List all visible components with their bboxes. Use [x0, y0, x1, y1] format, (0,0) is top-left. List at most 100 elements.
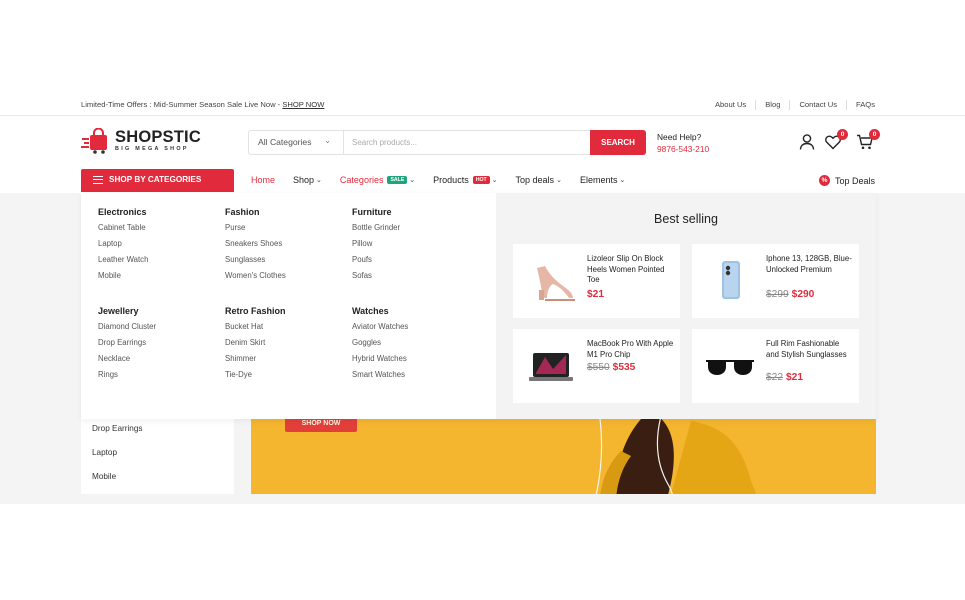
cart-icon[interactable]: 0: [856, 129, 880, 151]
menu-column-watches: Watches Aviator Watches Goggles Hybrid W…: [352, 306, 472, 386]
product-price: $290: [791, 289, 815, 300]
top-deals-link[interactable]: % Top Deals: [818, 175, 875, 186]
chevron-down-icon: ⌄: [619, 177, 626, 184]
sunglasses-icon: [706, 360, 754, 375]
user-icon[interactable]: [798, 133, 816, 151]
menu-link[interactable]: Pillow: [352, 239, 472, 255]
nav-products[interactable]: Products HOT ⌄: [433, 175, 497, 185]
menu-link[interactable]: Denim Skirt: [225, 338, 345, 354]
menu-column-electronics: Electronics Cabinet Table Laptop Leather…: [98, 207, 218, 287]
product-name[interactable]: Iphone 13, 128GB, Blue- Unlocked Premium: [766, 254, 854, 275]
category-sidebar: Drop Earrings Laptop Mobile: [81, 419, 234, 494]
search-button[interactable]: SEARCH: [590, 130, 646, 155]
menu-link[interactable]: Necklace: [98, 354, 218, 370]
product-name[interactable]: MacBook Pro With Apple M1 Pro Chip: [587, 339, 675, 360]
logo-name: SHOPSTIC: [115, 128, 201, 146]
main-nav: Home Shop ⌄ Categories SALE ⌄ Products HOT ⌄ …: [251, 175, 643, 185]
product-card[interactable]: Iphone 13, 128GB, Blue- Unlocked Premium…: [692, 244, 859, 318]
menu-column-title[interactable]: Fashion: [225, 207, 345, 217]
nav-products-label: Products: [433, 175, 469, 185]
shop-by-categories-button[interactable]: SHOP BY CATEGORIES: [81, 169, 234, 192]
banner-shop-now-button[interactable]: SHOP NOW: [285, 419, 357, 432]
offer-text: Limited-Time Offers : Mid-Summer Season …: [81, 100, 324, 109]
shop-now-link[interactable]: SHOP NOW: [282, 100, 324, 109]
menu-link[interactable]: Shimmer: [225, 354, 345, 370]
cart-count-badge: 0: [869, 129, 880, 140]
search-bar: All Categories ⌄ SEARCH: [248, 130, 646, 155]
heels-icon: [537, 266, 575, 301]
help-phone[interactable]: 9876-543-210: [657, 143, 709, 155]
nav-categories[interactable]: Categories SALE ⌄: [340, 175, 415, 185]
menu-column-retro-fashion: Retro Fashion Bucket Hat Denim Skirt Shi…: [225, 306, 345, 386]
heart-icon[interactable]: 0: [824, 129, 848, 151]
menu-link[interactable]: Bottle Grinder: [352, 223, 472, 239]
menu-link[interactable]: Purse: [225, 223, 345, 239]
sidebar-item-mobile[interactable]: Mobile: [81, 467, 234, 491]
help-label: Need Help?: [657, 132, 702, 142]
menu-column-title[interactable]: Retro Fashion: [225, 306, 345, 316]
menu-column-title[interactable]: Furniture: [352, 207, 472, 217]
product-price: $21: [587, 289, 604, 300]
menu-link[interactable]: Hybrid Watches: [352, 354, 472, 370]
menu-link[interactable]: Mobile: [98, 271, 218, 287]
logo-tagline: BIG MEGA SHOP: [115, 146, 189, 152]
menu-column-title[interactable]: Watches: [352, 306, 472, 316]
menu-link[interactable]: Laptop: [98, 239, 218, 255]
nav-shop-label: Shop: [293, 175, 315, 185]
menu-link[interactable]: Rings: [98, 370, 218, 386]
blog-link[interactable]: Blog: [755, 100, 789, 110]
menu-link[interactable]: Sneakers Shoes: [225, 239, 345, 255]
menu-link[interactable]: Women's Clothes: [225, 271, 345, 287]
menu-link[interactable]: Drop Earrings: [98, 338, 218, 354]
product-card[interactable]: Lizoleor Slip On Block Heels Women Point…: [513, 244, 680, 318]
menu-link[interactable]: Cabinet Table: [98, 223, 218, 239]
chevron-down-icon: ⌄: [316, 177, 322, 184]
menu-column-furniture: Furniture Bottle Grinder Pillow Poufs So…: [352, 207, 472, 287]
menu-link[interactable]: Tie-Dye: [225, 370, 345, 386]
nav-home[interactable]: Home: [251, 175, 275, 185]
chevron-down-icon: ⌄: [491, 177, 498, 184]
chevron-down-icon: ⌄: [324, 136, 331, 145]
top-deals-label: Top Deals: [834, 175, 875, 186]
product-card[interactable]: Full Rim Fashionable and Stylish Sunglas…: [692, 329, 859, 403]
nav-top-deals[interactable]: Top deals ⌄: [516, 175, 562, 185]
product-name[interactable]: Full Rim Fashionable and Stylish Sunglas…: [766, 339, 854, 360]
nav-elements[interactable]: Elements ⌄: [580, 175, 625, 185]
shopping-bag-logo-icon: [81, 128, 107, 154]
menu-link[interactable]: Sunglasses: [225, 255, 345, 271]
menu-link[interactable]: Sofas: [352, 271, 472, 287]
product-name[interactable]: Lizoleor Slip On Block Heels Women Point…: [587, 254, 675, 286]
contact-us-link[interactable]: Contact Us: [789, 100, 846, 110]
product-old-price: $550: [587, 362, 610, 373]
menu-link[interactable]: Poufs: [352, 255, 472, 271]
product-card[interactable]: MacBook Pro With Apple M1 Pro Chip $550 $…: [513, 329, 680, 403]
sidebar-item-laptop[interactable]: Laptop: [81, 443, 234, 467]
menu-link[interactable]: Goggles: [352, 338, 472, 354]
menu-link[interactable]: Bucket Hat: [225, 322, 345, 338]
menu-column-title[interactable]: Electronics: [98, 207, 218, 217]
menu-link[interactable]: Diamond Cluster: [98, 322, 218, 338]
product-old-price: $22: [766, 372, 783, 383]
hot-badge: HOT: [472, 176, 490, 184]
chevron-down-icon: ⌄: [409, 177, 416, 184]
nav-home-label: Home: [251, 175, 276, 185]
product-price-row: $22 $21: [766, 372, 803, 383]
menu-link[interactable]: Leather Watch: [98, 255, 218, 271]
faqs-link[interactable]: FAQs: [846, 100, 875, 110]
category-select[interactable]: All Categories ⌄: [249, 131, 344, 154]
menu-link[interactable]: Smart Watches: [352, 370, 472, 386]
menu-column-title[interactable]: Jewellery: [98, 306, 218, 316]
laptop-icon: [529, 353, 573, 381]
nav-elements-label: Elements: [579, 175, 618, 185]
menu-link[interactable]: Aviator Watches: [352, 322, 472, 338]
nav-shop[interactable]: Shop ⌄: [293, 175, 322, 185]
search-input[interactable]: [344, 131, 590, 154]
top-bar: Limited-Time Offers : Mid-Summer Season …: [0, 96, 965, 116]
logo[interactable]: SHOPSTIC BIG MEGA SHOP: [81, 128, 201, 154]
product-price-row: $21: [587, 289, 604, 300]
sidebar-item-drop-earrings[interactable]: Drop Earrings: [81, 419, 234, 443]
product-price-row: $550 $535: [587, 362, 635, 373]
product-old-price: $299: [766, 289, 789, 300]
shop-by-categories-label: SHOP BY CATEGORIES: [109, 175, 202, 184]
about-us-link[interactable]: About Us: [706, 100, 755, 110]
